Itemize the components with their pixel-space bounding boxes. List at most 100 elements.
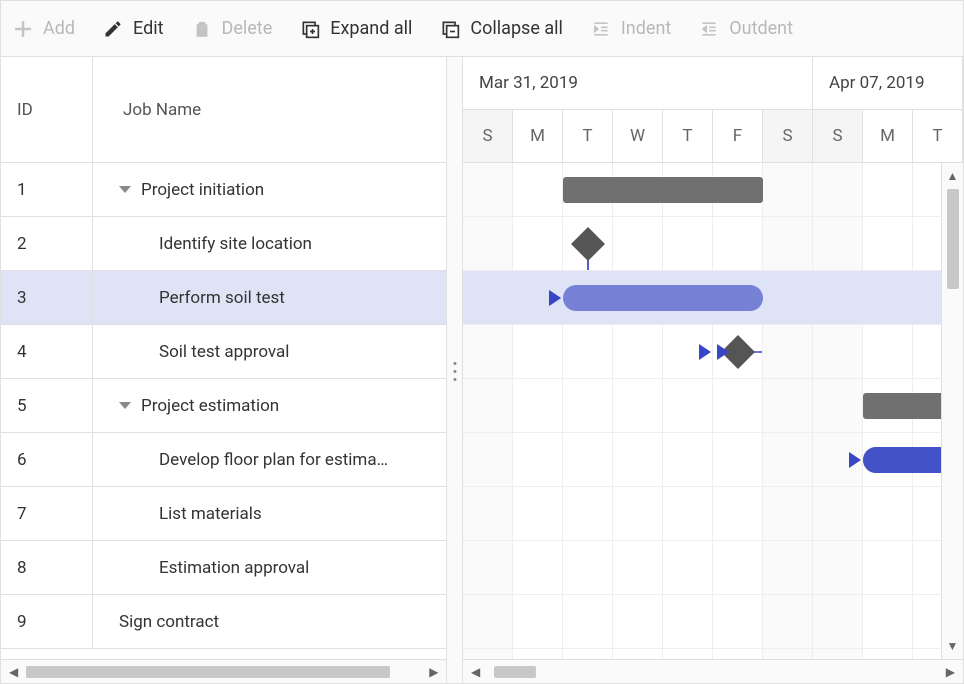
cell-id: 9 [1,595,93,648]
timeline-row[interactable] [463,271,963,325]
cell-id: 8 [1,541,93,594]
job-name: List materials [159,504,262,524]
table-row[interactable]: 1 Project initiation [1,163,446,217]
timeline-pane: Mar 31, 2019Apr 07, 2019 SMTWTFSSMT ▲ ▼ … [463,57,963,683]
table-row[interactable]: 6 Develop floor plan for estima… [1,433,446,487]
indent-label: Indent [621,18,671,39]
cell-id: 4 [1,325,93,378]
indent-button[interactable]: Indent [591,18,671,39]
timeline-row[interactable] [463,163,963,217]
expand-all-button[interactable]: Expand all [300,18,412,39]
table-row[interactable]: 5 Project estimation [1,379,446,433]
dependency-arrow-icon [699,344,711,360]
dependency-arrow-icon [717,344,729,360]
table-row[interactable]: 4 Soil test approval [1,325,446,379]
splitter[interactable] [447,57,463,683]
caret-down-icon[interactable] [119,402,131,409]
gantt-task-bar[interactable] [563,285,763,311]
job-name: Develop floor plan for estima… [159,450,388,470]
timeline-row[interactable] [463,541,963,595]
timeline-row[interactable] [463,595,963,649]
grid-header: ID Job Name [1,57,446,163]
scroll-down-icon[interactable]: ▼ [945,637,961,655]
timeline-row[interactable] [463,217,963,271]
cell-job: Develop floor plan for estima… [93,433,446,486]
cell-id: 7 [1,487,93,540]
job-name: Sign contract [119,612,219,632]
left-hscrollbar[interactable]: ◀ ▶ [1,659,446,683]
scroll-up-icon[interactable]: ▲ [945,167,961,185]
cell-job: Sign contract [93,595,446,648]
cell-job: Project initiation [93,163,446,216]
cell-job: Perform soil test [93,271,446,324]
add-label: Add [43,18,75,39]
outdent-button[interactable]: Outdent [699,18,793,39]
edit-label: Edit [133,18,163,39]
collapse-all-button[interactable]: Collapse all [440,18,562,39]
job-name: Perform soil test [159,288,285,308]
week-header: Mar 31, 2019 [463,57,813,109]
toolbar: Add Edit Delete Expand all Collapse all … [1,1,963,57]
gantt-milestone[interactable] [571,227,605,261]
cell-id: 6 [1,433,93,486]
table-row[interactable]: 7 List materials [1,487,446,541]
dependency-arrow-icon [849,452,861,468]
right-hscrollbar[interactable]: ◀ ▶ [463,659,963,683]
day-header: T [913,110,963,163]
day-header: T [563,110,613,163]
cell-id: 5 [1,379,93,432]
delete-button[interactable]: Delete [192,18,273,39]
edit-button[interactable]: Edit [103,18,163,39]
table-row[interactable]: 8 Estimation approval [1,541,446,595]
right-vscrollbar[interactable]: ▲ ▼ [941,163,963,659]
table-row[interactable]: 3 Perform soil test [1,271,446,325]
table-row[interactable]: 9 Sign contract [1,595,446,649]
timeline-header: Mar 31, 2019Apr 07, 2019 SMTWTFSSMT [463,57,963,163]
scroll-left-icon[interactable]: ◀ [467,663,484,681]
day-header: S [763,110,813,163]
grid-body: 1 Project initiation 2 Identify site locati… [1,163,446,659]
column-header-id[interactable]: ID [1,57,93,162]
cell-id: 1 [1,163,93,216]
cell-job: List materials [93,487,446,540]
job-name: Estimation approval [159,558,309,578]
timeline-body[interactable] [463,163,963,659]
scroll-right-icon[interactable]: ▶ [425,663,442,681]
day-header: T [663,110,713,163]
cell-job: Estimation approval [93,541,446,594]
scroll-right-icon[interactable]: ▶ [942,663,959,681]
timeline-row[interactable] [463,325,963,379]
timeline-row[interactable] [463,379,963,433]
cell-job: Identify site location [93,217,446,270]
dependency-arrow-icon [549,290,561,306]
table-row[interactable]: 2 Identify site location [1,217,446,271]
main: ID Job Name 1 Project initiation 2 Identify… [1,57,963,683]
day-header: F [713,110,763,163]
job-name: Identify site location [159,234,312,254]
job-name: Project estimation [141,396,279,416]
day-header: S [463,110,513,163]
day-header: W [613,110,663,163]
delete-label: Delete [222,18,273,39]
outdent-label: Outdent [729,18,793,39]
day-header: S [813,110,863,163]
collapse-all-label: Collapse all [470,18,562,39]
cell-id: 2 [1,217,93,270]
job-name: Project initiation [141,180,264,200]
cell-id: 3 [1,271,93,324]
add-button[interactable]: Add [13,18,75,39]
scroll-left-icon[interactable]: ◀ [5,663,22,681]
week-header: Apr 07, 2019 [813,57,963,109]
day-header: M [513,110,563,163]
day-header: M [863,110,913,163]
expand-all-label: Expand all [330,18,412,39]
timeline-row[interactable] [463,487,963,541]
task-grid-pane: ID Job Name 1 Project initiation 2 Identify… [1,57,447,683]
caret-down-icon[interactable] [119,186,131,193]
timeline-row[interactable] [463,433,963,487]
job-name: Soil test approval [159,342,289,362]
cell-job: Project estimation [93,379,446,432]
cell-job: Soil test approval [93,325,446,378]
column-header-job[interactable]: Job Name [93,57,446,162]
gantt-summary-bar[interactable] [563,177,763,203]
